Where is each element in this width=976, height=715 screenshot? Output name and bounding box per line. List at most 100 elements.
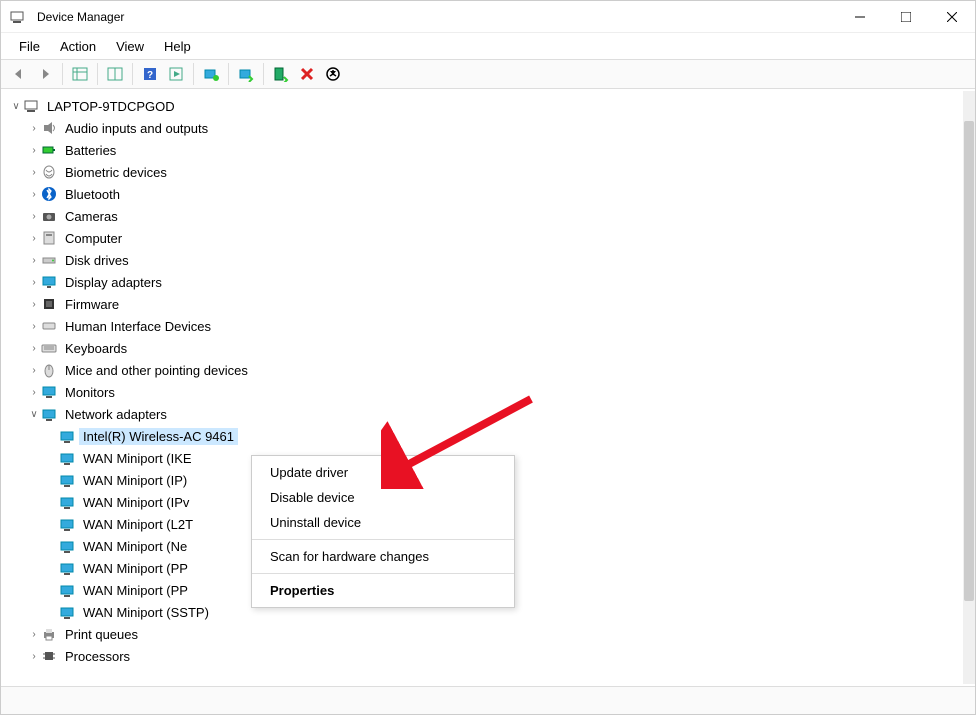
help-button[interactable]: ? [138,62,162,86]
device-item[interactable]: Intel(R) Wireless-AC 9461 [9,425,963,447]
category-item[interactable]: › Human Interface Devices [9,315,963,337]
audio-icon [41,120,57,136]
collapse-icon[interactable]: ∨ [27,409,41,420]
expand-icon[interactable]: › [27,387,41,398]
expand-icon[interactable]: › [27,255,41,266]
category-item[interactable]: › Keyboards [9,337,963,359]
minimize-button[interactable] [837,1,883,33]
expand-icon[interactable]: › [27,145,41,156]
category-item[interactable]: ›Bluetooth [9,183,963,205]
device-label: WAN Miniport (IPv [79,494,193,511]
toolbar-separator [62,63,63,85]
menu-action[interactable]: Action [52,37,104,56]
app-icon [9,9,25,25]
expand-icon[interactable]: › [27,211,41,222]
expand-icon[interactable]: › [27,629,41,640]
pc-icon [41,230,57,246]
expand-icon[interactable]: › [27,299,41,310]
ctx-properties[interactable]: Properties [252,578,514,603]
category-item[interactable]: ›Audio inputs and outputs [9,117,963,139]
category-item[interactable]: › Batteries [9,139,963,161]
device-label: WAN Miniport (Ne [79,538,191,555]
category-label: Network adapters [61,406,171,423]
category-item[interactable]: › Disk drives [9,249,963,271]
show-all-button[interactable] [68,62,92,86]
context-menu: Update driver Disable device Uninstall d… [251,455,515,608]
expand-icon[interactable]: › [27,343,41,354]
network-adapter-icon [41,406,57,422]
menu-file[interactable]: File [11,37,48,56]
category-label: Firmware [61,296,123,313]
device-label: WAN Miniport (PP [79,582,192,599]
pc-icon [23,98,39,114]
expand-icon[interactable]: › [27,189,41,200]
expand-icon[interactable]: › [27,365,41,376]
expand-icon[interactable]: › [27,651,41,662]
category-item[interactable]: › Biometric devices [9,161,963,183]
forward-button[interactable] [33,62,57,86]
menu-help[interactable]: Help [156,37,199,56]
properties-button[interactable] [164,62,188,86]
device-label: WAN Miniport (PP [79,560,192,577]
network-adapter-icon [59,516,75,532]
category-label: Keyboards [61,340,131,357]
network-adapter-icon [59,604,75,620]
close-button[interactable] [929,1,975,33]
status-bar [1,686,975,714]
network-adapter-icon [59,472,75,488]
update-driver-button[interactable] [234,62,258,86]
category-label: Print queues [61,626,142,643]
category-label: Disk drives [61,252,133,269]
bt-icon [41,186,57,202]
device-label: WAN Miniport (SSTP) [79,604,213,621]
network-adapter-icon [59,450,75,466]
disable-device-button[interactable] [321,62,345,86]
monitor-icon [41,384,57,400]
category-item[interactable]: ›Mice and other pointing devices [9,359,963,381]
toolbar-separator [193,63,194,85]
category-item[interactable]: › Processors [9,645,963,667]
expand-icon[interactable]: › [27,277,41,288]
scrollbar-thumb[interactable] [964,121,974,601]
print-icon [41,626,57,642]
category-label: Human Interface Devices [61,318,215,335]
vertical-scrollbar[interactable] [963,91,975,684]
category-label: Cameras [61,208,122,225]
category-network-adapters[interactable]: ∨ Network adapters [9,403,963,425]
expand-icon[interactable]: › [27,321,41,332]
root-node[interactable]: ∨ LAPTOP-9TDCPGOD [9,95,963,117]
device-label: WAN Miniport (IKE [79,450,196,467]
ctx-uninstall-device[interactable]: Uninstall device [252,510,514,535]
maximize-button[interactable] [883,1,929,33]
category-item[interactable]: ›Monitors [9,381,963,403]
network-adapter-icon [59,538,75,554]
ctx-disable-device[interactable]: Disable device [252,485,514,510]
ctx-scan-hardware[interactable]: Scan for hardware changes [252,544,514,569]
enable-device-button[interactable] [269,62,293,86]
category-item[interactable]: › Display adapters [9,271,963,293]
expand-icon[interactable]: › [27,123,41,134]
menu-view[interactable]: View [108,37,152,56]
title-bar: Device Manager [1,1,975,33]
category-item[interactable]: › Print queues [9,623,963,645]
scan-hardware-button[interactable] [199,62,223,86]
uninstall-button[interactable] [295,62,319,86]
category-item[interactable]: ›Computer [9,227,963,249]
category-label: Display adapters [61,274,166,291]
window-title: Device Manager [37,10,837,24]
network-adapter-icon [59,428,75,444]
device-label: Intel(R) Wireless-AC 9461 [79,428,238,445]
category-label: Batteries [61,142,120,159]
category-item[interactable]: › Cameras [9,205,963,227]
back-button[interactable] [7,62,31,86]
category-item[interactable]: › Firmware [9,293,963,315]
battery-icon [41,142,57,158]
ctx-update-driver[interactable]: Update driver [252,460,514,485]
category-label: Biometric devices [61,164,171,181]
collapse-icon[interactable]: ∨ [9,101,23,112]
refresh-button[interactable] [103,62,127,86]
bio-icon [41,164,57,180]
expand-icon[interactable]: › [27,233,41,244]
expand-icon[interactable]: › [27,167,41,178]
category-label: Processors [61,648,134,665]
